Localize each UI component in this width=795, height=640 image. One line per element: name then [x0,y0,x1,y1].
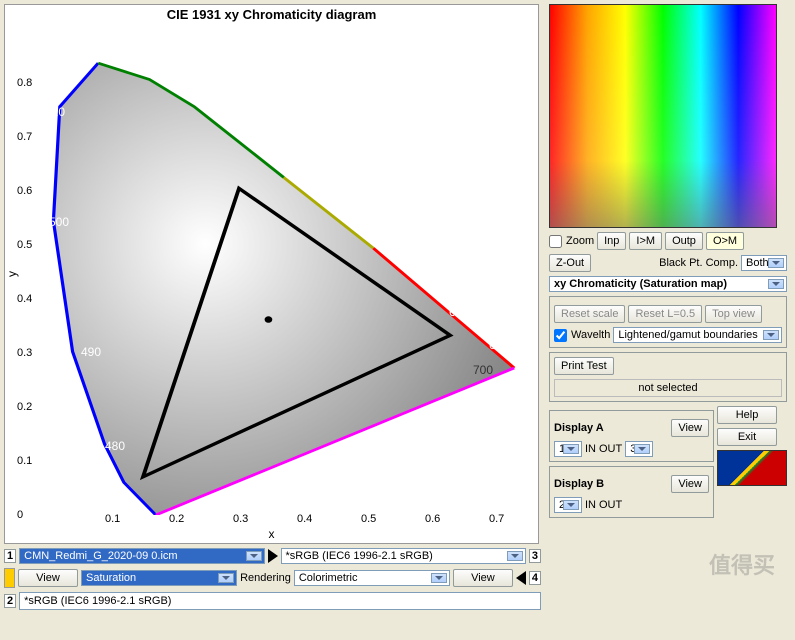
zout-button[interactable]: Z-Out [549,254,591,272]
outp-button[interactable]: Outp [665,232,703,250]
view-button-right[interactable]: View [453,569,513,587]
exit-button[interactable]: Exit [717,428,777,446]
display-a-in-dropdown[interactable]: 1 [554,441,582,457]
saturation-dropdown[interactable]: Saturation [81,570,237,586]
rendering-dropdown[interactable]: Colorimetric [294,570,450,586]
ytick: 0 [17,509,23,521]
arrow-left-icon [516,571,526,585]
display-b-view-button[interactable]: View [671,475,709,493]
view-button-left[interactable]: View [18,569,78,587]
not-selected-label: not selected [554,379,782,397]
ytick: 0.5 [17,239,32,251]
profile-3-dropdown[interactable]: *sRGB (IEC6 1996-2.1 sRGB) [281,548,526,564]
display-a-out-dropdown[interactable]: 3 [625,441,653,457]
spectrum-preview [549,4,777,228]
chart-title: CIE 1931 xy Chromaticity diagram [5,7,538,22]
blackpt-label: Black Pt. Comp. [659,257,738,269]
profile-1-dropdown[interactable]: CMN_Redmi_G_2020-09 0.icm [19,548,264,564]
print-group: Print Test not selected [549,352,787,402]
ytick: 0.2 [17,401,32,413]
im-button[interactable]: I>M [629,232,662,250]
ytick: 0.3 [17,347,32,359]
ytick: 0.7 [17,131,32,143]
mode-dropdown[interactable]: xy Chromaticity (Saturation map) [549,276,787,292]
ytick: 0.1 [17,455,32,467]
reset-l-button[interactable]: Reset L=0.5 [628,305,702,323]
print-test-button[interactable]: Print Test [554,357,614,375]
arrow-down-icon [4,568,15,588]
scale-group: Reset scale Reset L=0.5 Top view Wavelth… [549,296,787,348]
display-a-view-button[interactable]: View [671,419,709,437]
reset-scale-button[interactable]: Reset scale [554,305,625,323]
slot-4-label: 4 [529,571,541,585]
blackpt-dropdown[interactable]: Both [741,255,787,271]
slot-2-label: 2 [4,594,16,608]
wavelth-dropdown[interactable]: Lightened/gamut boundaries [613,327,782,343]
inp-button[interactable]: Inp [597,232,626,250]
ytick: 0.4 [17,293,32,305]
chromaticity-chart: CIE 1931 xy Chromaticity diagram Input: … [4,4,539,544]
top-view-button[interactable]: Top view [705,305,762,323]
slot-1-label: 1 [4,549,16,563]
ytick: 0.6 [17,185,32,197]
wavelth-checkbox[interactable]: Wavelth [554,329,610,342]
rendering-label: Rendering [240,572,291,584]
zoom-checkbox[interactable]: Zoom [549,235,594,248]
x-axis-label: x [5,527,538,541]
profile-2-field[interactable]: *sRGB (IEC6 1996-2.1 sRGB) [19,592,541,610]
slot-3-label: 3 [529,549,541,563]
display-b-in-dropdown[interactable]: 2 [554,497,582,513]
display-b-group: Display BView 2 IN OUT [549,466,714,518]
display-a-group: Display AView 1 IN OUT 3 [549,410,714,462]
ytick: 0.8 [17,77,32,89]
help-button[interactable]: Help [717,406,777,424]
om-button[interactable]: O>M [706,232,744,250]
gamutvision-logo-icon [717,450,787,486]
watermark: 值得买 [709,548,775,580]
y-axis-label: y [5,271,19,277]
arrow-right-icon [268,549,278,563]
